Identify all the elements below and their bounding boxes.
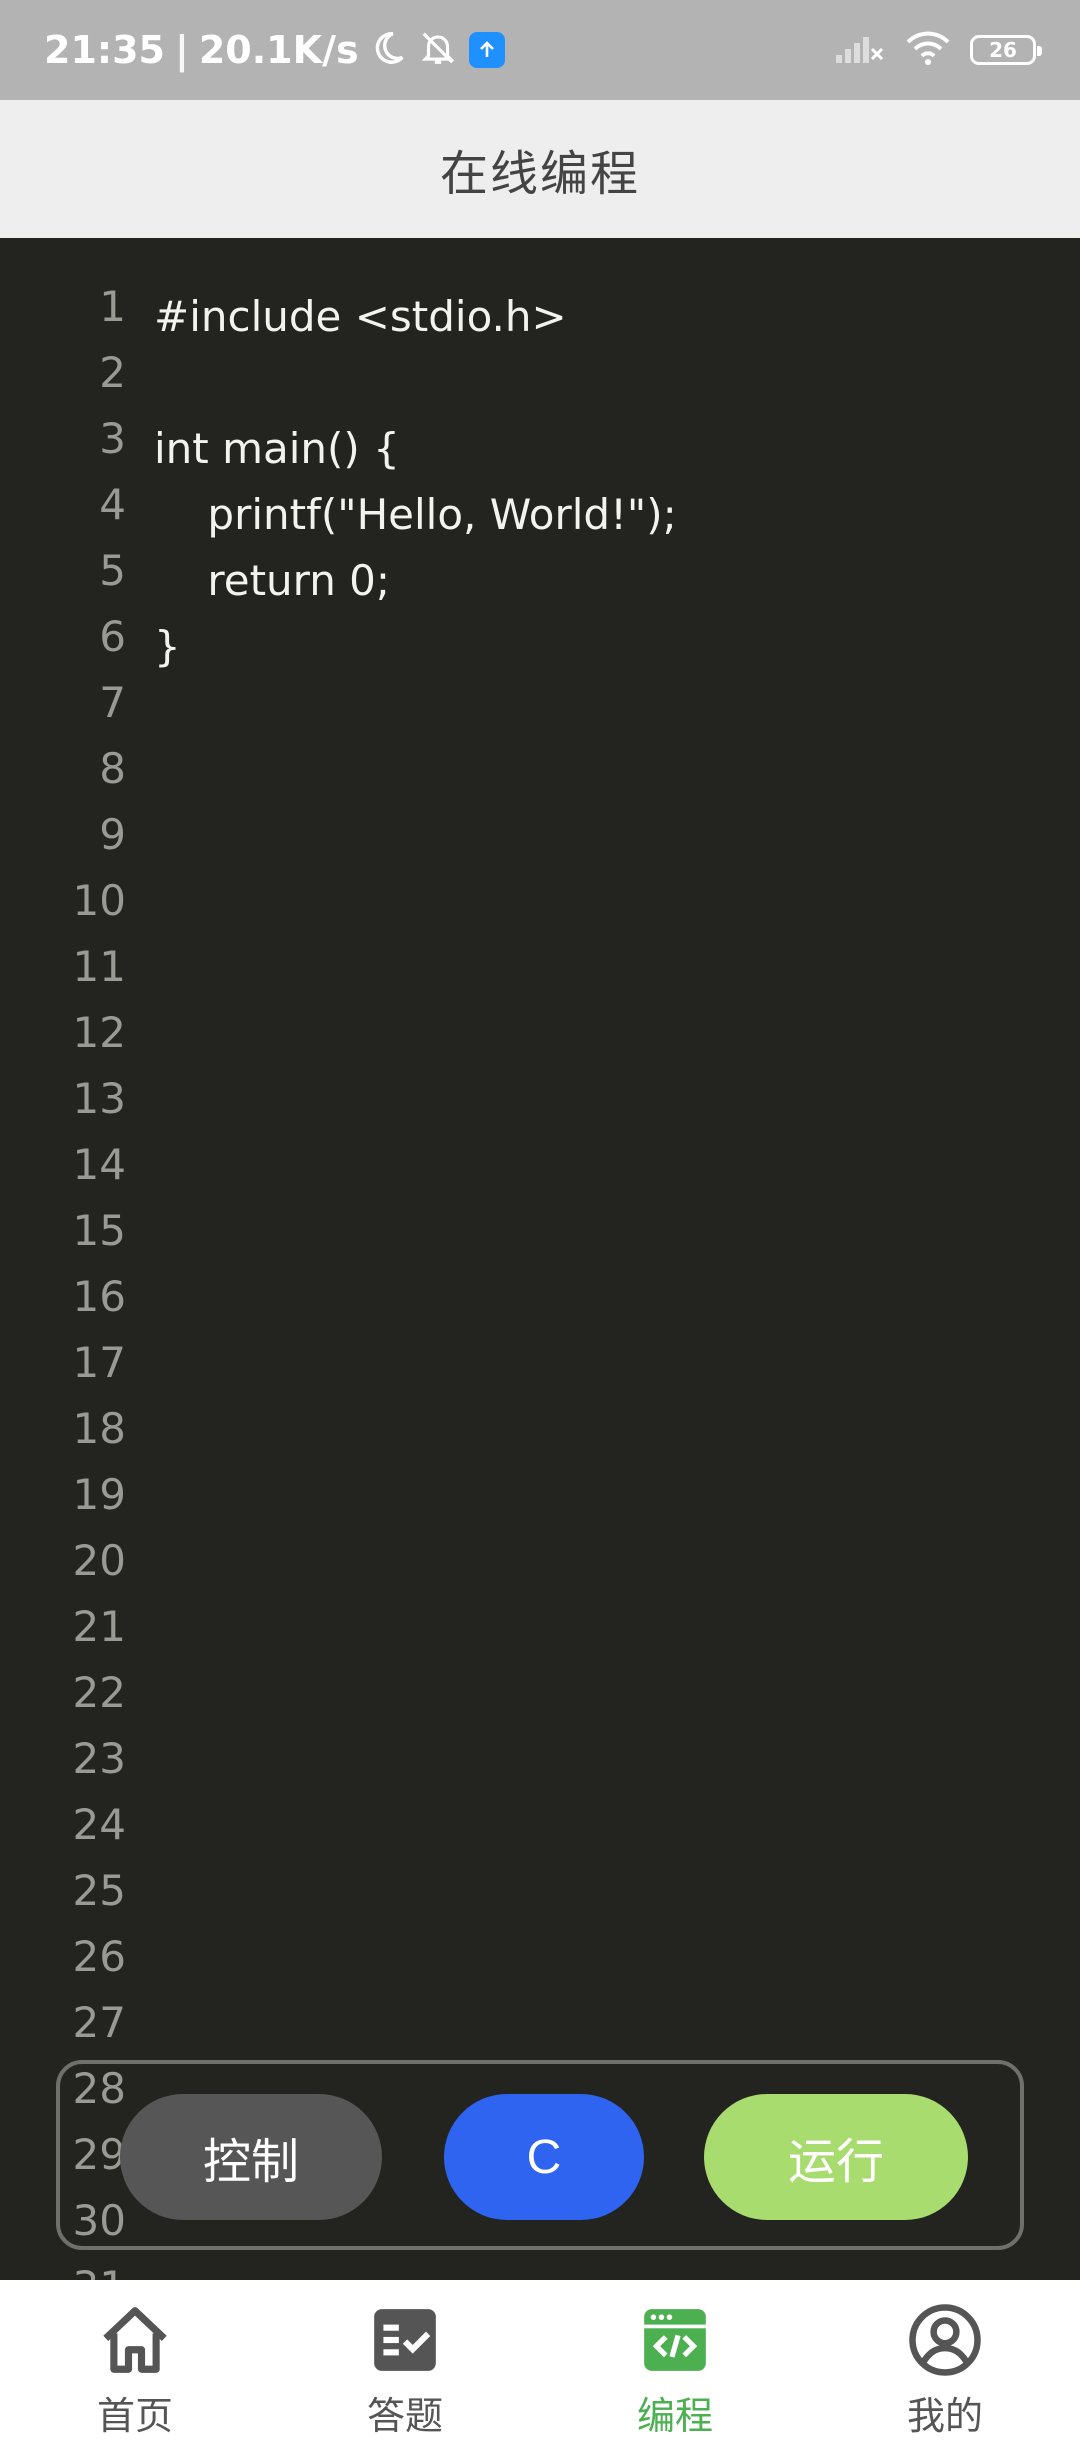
page-title: 在线编程 (439, 146, 640, 202)
line-number: 17 (72, 1338, 126, 1387)
line-number: 13 (72, 1074, 126, 1123)
line-number: 31 (0, 2254, 130, 2280)
nav-home[interactable]: 首页 (0, 2280, 270, 2460)
line-number: 10 (72, 876, 126, 925)
line-number: 7 (99, 678, 126, 727)
line-number: 18 (72, 1404, 126, 1453)
app-root: 21:35 | 20.1K/s 26 在线编程 1 2 3 4 5 6 7 8 … (0, 0, 1080, 2460)
status-bar: 21:35 | 20.1K/s 26 (0, 0, 1080, 100)
code-icon (636, 2301, 714, 2379)
code-line[interactable] (154, 350, 1060, 416)
moon-icon (369, 29, 407, 71)
wifi-icon (904, 30, 952, 70)
code-line[interactable]: } (154, 614, 1060, 680)
line-number: 23 (72, 1734, 126, 1783)
nav-quiz[interactable]: 答题 (270, 2280, 540, 2460)
nav-profile[interactable]: 我的 (810, 2280, 1080, 2460)
line-number: 24 (72, 1800, 126, 1849)
line-number: 16 (72, 1272, 126, 1321)
line-number: 14 (72, 1140, 126, 1189)
run-button[interactable]: 运行 (704, 2094, 968, 2220)
line-number: 19 (72, 1470, 126, 1519)
nav-profile-label: 我的 (906, 2393, 983, 2438)
line-number: 9 (99, 810, 126, 859)
line-number: 26 (72, 1932, 126, 1981)
status-separator: | (174, 28, 189, 72)
line-number: 8 (99, 744, 126, 793)
code-editor[interactable]: 1 2 3 4 5 6 7 8 9 10 11 12 13 14 15 16 17 18 19 20 21 22 23 24 2… (0, 238, 1080, 2280)
status-right: 26 (834, 30, 1042, 70)
quiz-icon (366, 2301, 444, 2379)
line-number: 20 (72, 1536, 126, 1585)
line-number: 25 (72, 1866, 126, 1915)
line-number: 12 (72, 1008, 126, 1057)
nav-home-label: 首页 (96, 2393, 173, 2438)
nav-quiz-label: 答题 (366, 2393, 443, 2438)
language-button[interactable]: C (444, 2094, 644, 2220)
line-number: 21 (72, 1602, 126, 1651)
code-line[interactable]: #include <stdio.h> (154, 284, 1060, 350)
code-line[interactable]: int main() { (154, 416, 1060, 482)
line-number-gutter: 1 2 3 4 5 6 7 8 9 10 11 12 13 14 15 16 17 18 19 20 21 22 23 24 2… (0, 274, 130, 2280)
status-time: 21:35 (44, 28, 165, 72)
line-number: 6 (99, 612, 126, 661)
control-button[interactable]: 控制 (120, 2094, 382, 2220)
status-icons (369, 29, 505, 71)
line-number: 22 (72, 1668, 126, 1717)
upload-icon (468, 32, 505, 68)
line-number: 5 (99, 546, 126, 595)
line-number: 2 (99, 348, 126, 397)
line-number: 4 (99, 480, 126, 529)
signal-icon (834, 31, 886, 69)
bottom-nav: 首页 答题 编程 我的 (0, 2280, 1080, 2460)
line-number: 1 (99, 282, 126, 331)
line-number: 27 (72, 1998, 126, 2047)
status-left: 21:35 | 20.1K/s (44, 28, 359, 72)
nav-code[interactable]: 编程 (540, 2280, 810, 2460)
battery-level: 26 (989, 38, 1017, 62)
bell-off-icon (419, 29, 457, 71)
line-number: 3 (99, 414, 126, 463)
control-panel: 控制 C 运行 (56, 2060, 1024, 2250)
code-line[interactable]: return 0; (154, 548, 1060, 614)
nav-code-label: 编程 (636, 2393, 713, 2438)
code-area[interactable]: #include <stdio.h> int main() { printf("H… (154, 284, 1060, 680)
battery-icon: 26 (970, 35, 1042, 65)
network-speed: 20.1K/s (198, 28, 359, 72)
profile-icon (906, 2301, 984, 2379)
home-icon (96, 2301, 174, 2379)
title-bar: 在线编程 (0, 100, 1080, 238)
line-number: 15 (72, 1206, 126, 1255)
code-line[interactable]: printf("Hello, World!"); (154, 482, 1060, 548)
line-number: 11 (72, 942, 126, 991)
